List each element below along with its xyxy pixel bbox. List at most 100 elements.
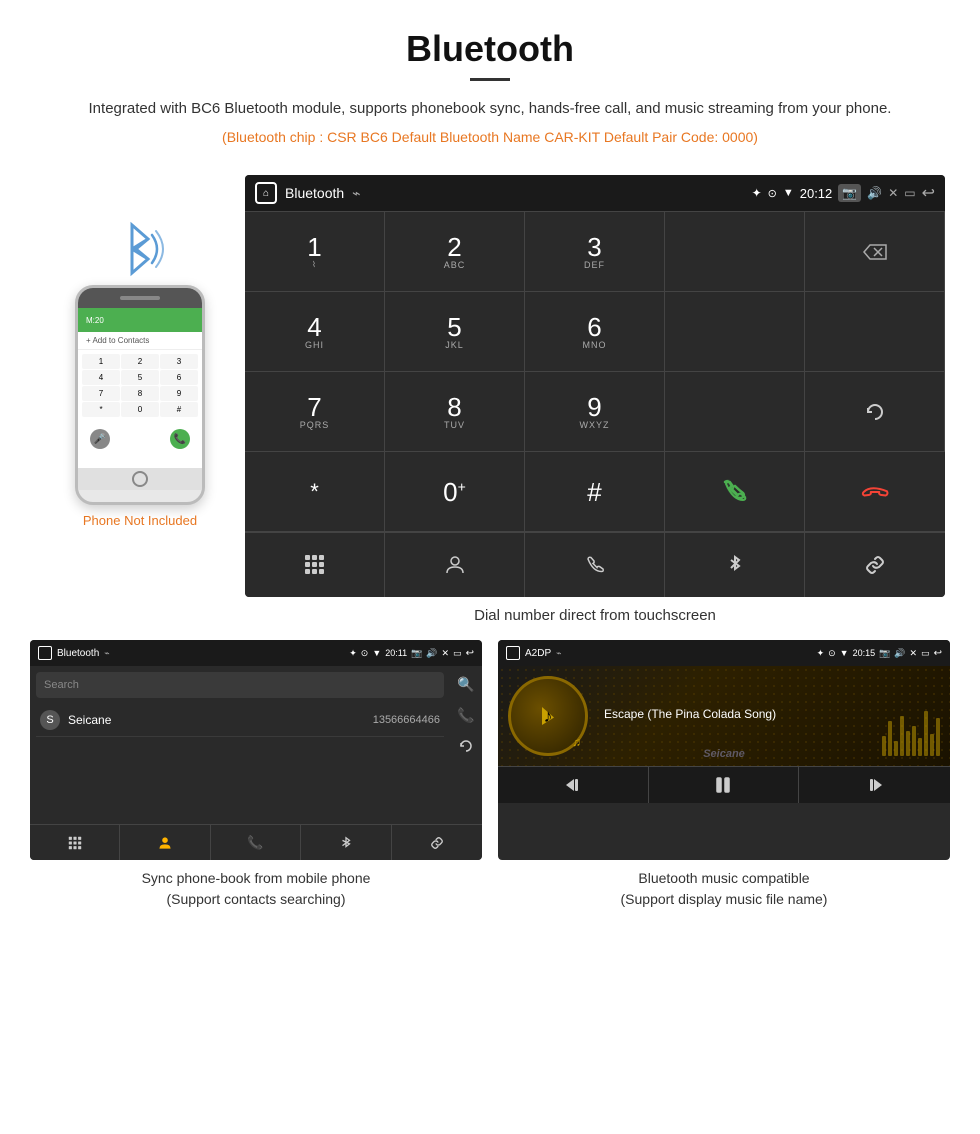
status-time: 20:12 [800, 186, 833, 201]
title-divider [470, 78, 510, 81]
dial-key-2[interactable]: 2 ABC [385, 212, 525, 292]
dial-key-4[interactable]: 4 GHI [245, 292, 385, 372]
pb-bt-icon: ✦ [349, 648, 357, 659]
dial-refresh[interactable] [805, 372, 945, 452]
nav-phone[interactable] [525, 533, 665, 597]
phone-key-0[interactable]: 0 [121, 402, 159, 417]
bottom-nav [245, 532, 945, 597]
music-bottom-nav [498, 766, 950, 803]
back-icon[interactable]: ↩ [922, 183, 935, 203]
mu-back-icon: ↩ [934, 648, 942, 659]
phonebook-search-bar[interactable]: Search [36, 672, 444, 698]
dial-key-3[interactable]: 3 DEF [525, 212, 665, 292]
mu-camera-icon: 📷 [879, 648, 890, 659]
phone-key-star[interactable]: * [82, 402, 120, 417]
dial-key-6[interactable]: 6 MNO [525, 292, 665, 372]
phone-key-4[interactable]: 4 [82, 370, 120, 385]
phone-key-3[interactable]: 3 [160, 354, 198, 369]
music-play-pause[interactable] [649, 767, 800, 803]
dial-backspace[interactable] [805, 212, 945, 292]
bt-music-icon: ♪ [544, 706, 553, 727]
pb-nav-phone[interactable]: 📞 [211, 825, 301, 860]
phone-bottom-bar [78, 468, 202, 490]
signal-icon: ▼ [783, 187, 794, 199]
bluetooth-specs: (Bluetooth chip : CSR BC6 Default Blueto… [60, 129, 920, 145]
nav-bluetooth[interactable] [665, 533, 805, 597]
dial-key-5[interactable]: 5 JKL [385, 292, 525, 372]
music-prev-track[interactable] [498, 767, 649, 803]
pb-nav-dialpad[interactable] [30, 825, 120, 860]
screen-name-label: Bluetooth [285, 185, 344, 201]
contact-letter: S [40, 710, 60, 730]
phone-key-hash[interactable]: # [160, 402, 198, 417]
dialpad: 1 ⌇ 2 ABC 3 DEF [245, 211, 945, 532]
dial-key-7[interactable]: 7 PQRS [245, 372, 385, 452]
music-screen-name: A2DP [525, 648, 551, 659]
dial-call-red[interactable] [805, 452, 945, 532]
phone-screen: M:20 + Add to Contacts 1 2 3 4 5 6 7 8 9… [78, 308, 202, 468]
dial-key-hash[interactable]: # [525, 452, 665, 532]
status-bar: ⌂ Bluetooth ⌁ ✦ ⊙ ▼ 20:12 📷 🔊 ✕ ▭ ↩ [245, 175, 945, 211]
phone-key-1[interactable]: 1 [82, 354, 120, 369]
dial-call-green[interactable] [665, 452, 805, 532]
phone-area: M:20 + Add to Contacts 1 2 3 4 5 6 7 8 9… [35, 175, 245, 528]
pb-back-icon: ↩ [466, 648, 474, 659]
pb-loc-icon: ⊙ [361, 648, 369, 659]
x-icon[interactable]: ✕ [888, 186, 898, 200]
phone-key-6[interactable]: 6 [160, 370, 198, 385]
dial-key-0[interactable]: 0+ [385, 452, 525, 532]
phone-key-9[interactable]: 9 [160, 386, 198, 401]
contact-row[interactable]: S Seicane 13566664466 [36, 704, 444, 737]
pb-side-refresh-icon[interactable] [458, 738, 474, 757]
music-status-bar: A2DP ⌁ ✦ ⊙ ▼ 20:15 📷 🔊 ✕ ▭ ↩ [498, 640, 950, 666]
phonebook-panel: Bluetooth ⌁ ✦ ⊙ ▼ 20:11 📷 🔊 ✕ ▭ ↩ [30, 640, 482, 910]
nav-dialpad[interactable] [245, 533, 385, 597]
phonebook-home-icon[interactable] [38, 646, 52, 660]
usb-icon: ⌁ [352, 185, 360, 202]
camera-icon[interactable]: 📷 [838, 184, 861, 202]
phone-speaker [120, 296, 160, 300]
volume-icon[interactable]: 🔊 [867, 186, 882, 200]
dial-key-8[interactable]: 8 TUV [385, 372, 525, 452]
phonebook-usb-icon: ⌁ [104, 648, 109, 659]
mu-window-icon: ▭ [921, 648, 930, 659]
phonebook-side-icons: 🔍 📞 [450, 666, 482, 824]
music-home-icon[interactable] [506, 646, 520, 660]
phone-key-8[interactable]: 8 [121, 386, 159, 401]
nav-contacts[interactable] [385, 533, 525, 597]
window-icon[interactable]: ▭ [904, 186, 915, 200]
music-caption: Bluetooth music compatible (Support disp… [498, 868, 950, 910]
top-section: M:20 + Add to Contacts 1 2 3 4 5 6 7 8 9… [0, 175, 980, 640]
phone-mockup: M:20 + Add to Contacts 1 2 3 4 5 6 7 8 9… [75, 285, 205, 505]
phone-key-5[interactable]: 5 [121, 370, 159, 385]
phonebook-main: Search S Seicane 13566664466 [30, 666, 450, 824]
pb-nav-link[interactable] [392, 825, 482, 860]
music-usb-icon: ⌁ [556, 648, 561, 659]
phone-dialpad: 1 2 3 4 5 6 7 8 9 * 0 # [78, 350, 202, 421]
dial-key-star[interactable]: * [245, 452, 385, 532]
dial-key-9[interactable]: 9 WXYZ [525, 372, 665, 452]
page-description: Integrated with BC6 Bluetooth module, su… [60, 97, 920, 121]
phone-key-2[interactable]: 2 [121, 354, 159, 369]
pb-side-search-icon[interactable]: 🔍 [457, 676, 474, 693]
music-screen: A2DP ⌁ ✦ ⊙ ▼ 20:15 📷 🔊 ✕ ▭ ↩ [498, 640, 950, 860]
phone-home-button[interactable] [132, 471, 148, 487]
pb-window-icon: ▭ [453, 648, 462, 659]
music-title: Escape (The Pina Colada Song) [604, 707, 940, 721]
home-icon[interactable]: ⌂ [255, 182, 277, 204]
pb-nav-person[interactable] [120, 825, 210, 860]
search-placeholder: Search [44, 679, 79, 691]
nav-link[interactable] [805, 533, 945, 597]
phonebook-status-bar: Bluetooth ⌁ ✦ ⊙ ▼ 20:11 📷 🔊 ✕ ▭ ↩ [30, 640, 482, 666]
status-left: ⌂ Bluetooth ⌁ [255, 182, 361, 204]
dial-key-1[interactable]: 1 ⌇ [245, 212, 385, 292]
pb-nav-bluetooth[interactable] [301, 825, 391, 860]
phone-call-icon[interactable]: 📞 [170, 429, 190, 449]
phone-top-bar [78, 288, 202, 308]
location-icon: ⊙ [768, 187, 777, 200]
phone-key-7[interactable]: 7 [82, 386, 120, 401]
music-next-track[interactable] [799, 767, 950, 803]
mu-x-icon: ✕ [910, 648, 918, 659]
pb-volume-icon: 🔊 [426, 648, 437, 659]
pb-side-phone-icon[interactable]: 📞 [457, 707, 474, 724]
